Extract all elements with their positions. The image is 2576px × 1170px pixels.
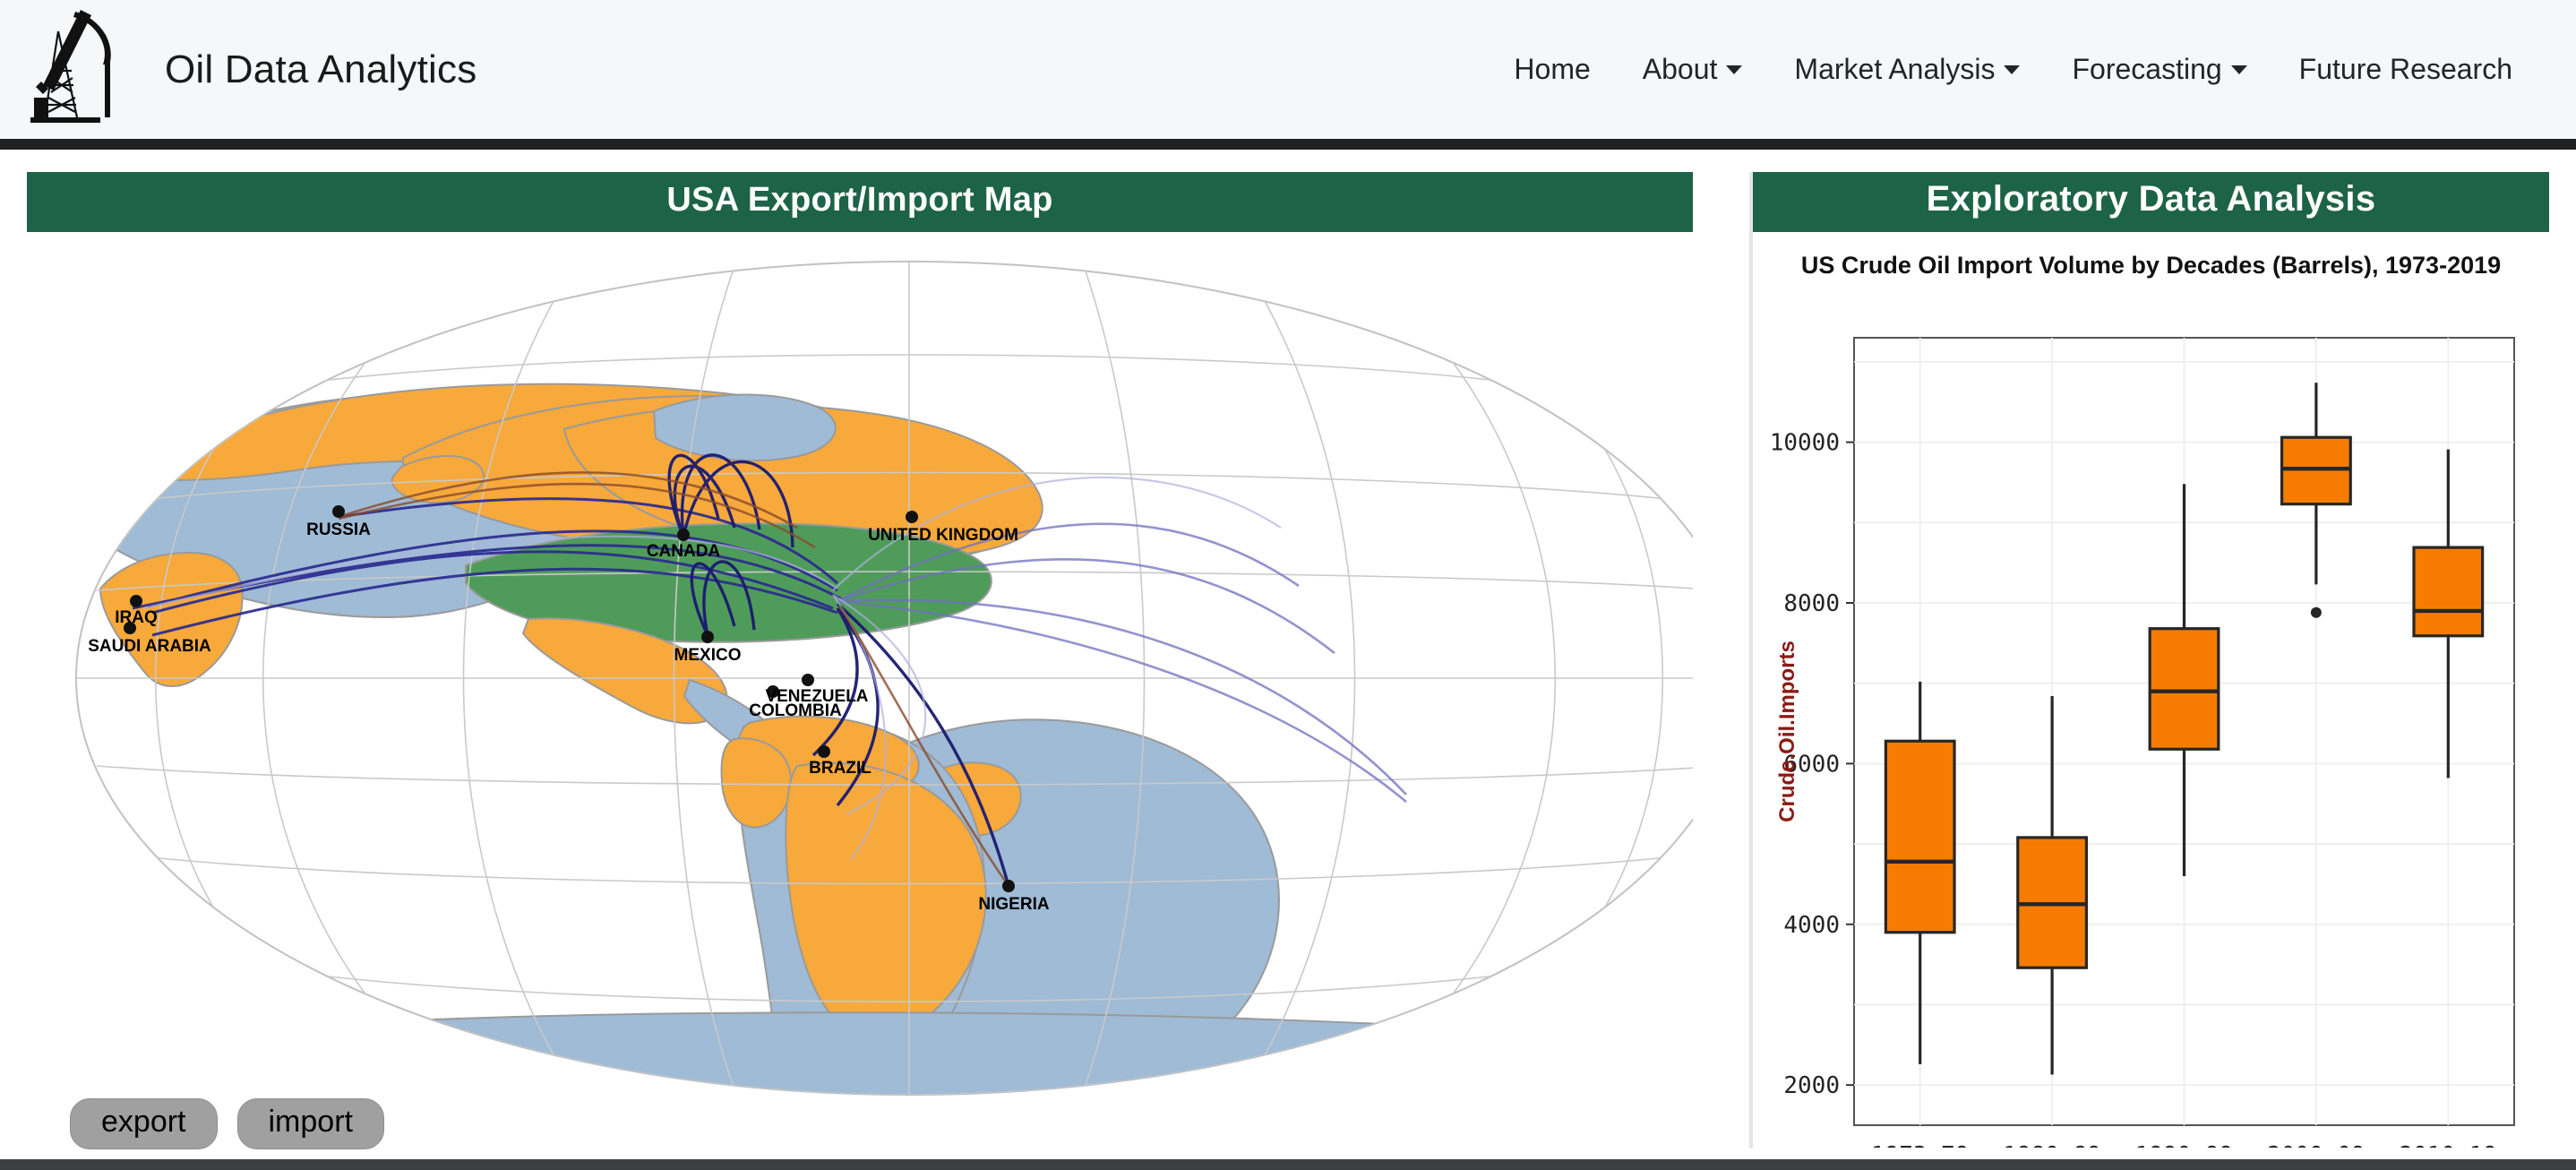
map-label-canada: CANADA (647, 542, 721, 561)
chart-body: US Crude Oil Import Volume by Decades (B… (1753, 232, 2549, 1148)
nav-link-home[interactable]: Home (1490, 39, 1613, 100)
y-tick-label: 8000 (1783, 590, 1840, 617)
nav-link-future-research-label: Future Research (2298, 53, 2512, 85)
x-tick-label: 2010–19 (2400, 1142, 2498, 1148)
chevron-down-icon (2230, 65, 2247, 74)
map-label-saudi-arabia: SAUDI ARABIA (88, 637, 211, 656)
usa-export-import-map-panel: USA Export/Import Map RUSSIA IRAQ SAUDI … (27, 172, 1693, 1151)
nav-link-forecasting-label: Forecasting (2072, 53, 2222, 85)
nav-links: Home About Market Analysis Forecasting F… (1490, 39, 2576, 100)
x-tick-label: 1990–99 (2135, 1142, 2234, 1148)
map-stage[interactable]: RUSSIA IRAQ SAUDI ARABIA CANADA MEXICO U… (27, 232, 1693, 1151)
exploratory-data-analysis-panel: Exploratory Data Analysis US Crude Oil I… (1749, 172, 2549, 1148)
y-tick-label: 2000 (1783, 1072, 1840, 1099)
x-tick-label: 2000–09 (2267, 1142, 2366, 1148)
nav-link-market-analysis[interactable]: Market Analysis (1771, 39, 2043, 100)
navbar-divider (0, 139, 2576, 150)
map-toggle-buttons: export import (70, 1098, 384, 1149)
map-label-brazil: BRAZIL (809, 759, 872, 778)
map-panel-header: USA Export/Import Map (27, 172, 1693, 232)
chevron-down-icon (2004, 65, 2021, 74)
nav-link-about-label: About (1642, 53, 1718, 85)
x-tick-label: 1973–79 (1871, 1142, 1970, 1148)
import-button[interactable]: import (236, 1098, 384, 1149)
y-tick-label: 10000 (1770, 430, 1840, 457)
map-label-united-kingdom: UNITED KINGDOM (868, 526, 1018, 545)
x-tick-label: 1980–89 (2003, 1142, 2101, 1148)
nav-link-future-research[interactable]: Future Research (2276, 39, 2536, 100)
map-label-nigeria: NIGERIA (978, 895, 1049, 914)
box-iqr (2148, 627, 2220, 751)
page-body: USA Export/Import Map RUSSIA IRAQ SAUDI … (0, 150, 2576, 1159)
map-label-colombia: COLOMBIA (749, 701, 842, 720)
page-bottom-divider (0, 1159, 2576, 1170)
chart-panel-header: Exploratory Data Analysis (1753, 172, 2549, 232)
y-axis-label: Crude.Oil.Imports (1775, 641, 1799, 822)
nav-link-market-analysis-label: Market Analysis (1794, 53, 1996, 85)
nav-link-home-label: Home (1514, 53, 1591, 85)
oil-pumpjack-icon (16, 3, 150, 137)
brand[interactable]: Oil Data Analytics (0, 3, 477, 137)
box-iqr (2280, 435, 2352, 506)
chevron-down-icon (1726, 65, 1743, 74)
map-label-russia: RUSSIA (306, 520, 371, 539)
box-iqr (2412, 546, 2485, 638)
brand-title: Oil Data Analytics (165, 47, 477, 91)
map-label-iraq: IRAQ (115, 608, 158, 627)
nav-link-forecasting[interactable]: Forecasting (2048, 39, 2270, 100)
box-iqr (1884, 739, 1956, 934)
y-tick-label: 4000 (1783, 912, 1840, 939)
map-label-mexico: MEXICO (674, 646, 742, 665)
navbar: Oil Data Analytics Home About Market Ana… (0, 0, 2576, 139)
map-landmass-greenland (652, 393, 837, 462)
world-map[interactable]: RUSSIA IRAQ SAUDI ARABIA CANADA MEXICO U… (27, 232, 1693, 1151)
export-button[interactable]: export (70, 1098, 218, 1149)
outlier-point (2310, 607, 2322, 618)
boxplot-chart[interactable]: 2000400060008000100001973–791980–891990–… (1753, 232, 2549, 1148)
nav-link-about[interactable]: About (1619, 39, 1766, 100)
